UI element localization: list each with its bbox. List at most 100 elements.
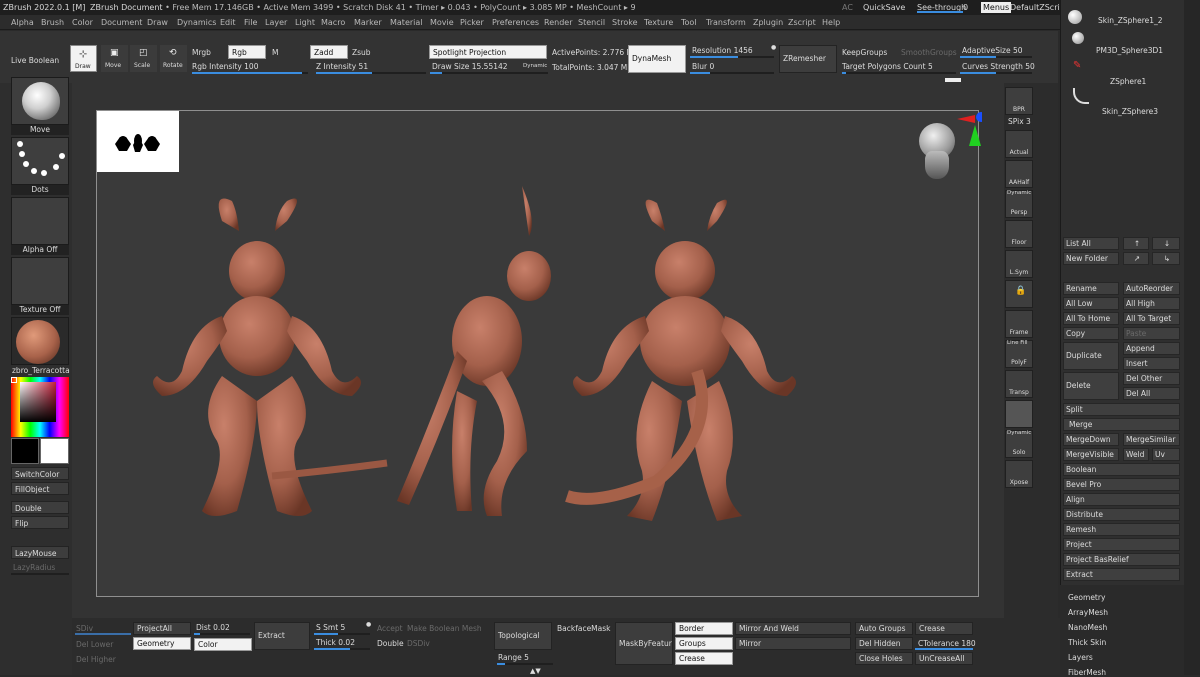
topological-button[interactable]: Topological	[494, 622, 552, 650]
subtool-item-3[interactable]: ZSphere1	[1110, 76, 1146, 87]
del-higher-button[interactable]: Del Higher	[76, 654, 116, 665]
menu-brush[interactable]: Brush	[41, 15, 64, 30]
bpr-button[interactable]: BPR	[1005, 87, 1033, 115]
stroke-thumbnail[interactable]	[11, 137, 69, 185]
menu-color[interactable]: Color	[72, 15, 93, 30]
resolution-track[interactable]	[690, 56, 774, 58]
thick-slider[interactable]: Thick 0.02	[316, 637, 355, 648]
lock-button[interactable]: 🔒	[1005, 280, 1033, 308]
range-arrows-icon[interactable]: ▲▼	[530, 667, 541, 675]
adaptive-size-slider[interactable]: AdaptiveSize 50	[962, 45, 1023, 56]
insert-button[interactable]: Insert	[1123, 357, 1180, 370]
extract-section[interactable]: Extract	[1063, 568, 1180, 581]
mirror-and-weld-button[interactable]: Mirror And Weld	[735, 622, 851, 635]
geometry-section[interactable]: Geometry	[1068, 593, 1105, 602]
new-folder-button[interactable]: New Folder	[1063, 252, 1119, 265]
rgb-intensity-slider[interactable]: Rgb Intensity 100	[192, 61, 258, 72]
brush-thumbnail[interactable]	[11, 77, 69, 125]
smoothgroups-button[interactable]: SmoothGroups	[901, 47, 957, 58]
layers-section[interactable]: Layers	[1068, 653, 1093, 662]
distribute-section[interactable]: Distribute	[1063, 508, 1180, 521]
xpose-button[interactable]: Xpose	[1005, 460, 1033, 488]
groups-toggle[interactable]: Groups	[675, 637, 733, 650]
spotlight-projection-button[interactable]: Spotlight Projection	[429, 45, 547, 59]
uncrease-all-button[interactable]: UnCreaseAll	[915, 652, 973, 665]
backface-mask-button[interactable]: BackfaceMask	[557, 623, 611, 634]
menu-dynamics[interactable]: Dynamics	[177, 15, 216, 30]
del-lower-button[interactable]: Del Lower	[76, 639, 113, 650]
del-all-button[interactable]: Del All	[1123, 387, 1180, 400]
tray-handle[interactable]	[945, 78, 961, 82]
frame-button[interactable]: Frame	[1005, 310, 1033, 338]
menu-macro[interactable]: Macro	[321, 15, 345, 30]
keepgroups-button[interactable]: KeepGroups	[842, 47, 887, 58]
actual-button[interactable]: Actual	[1005, 130, 1033, 158]
lazy-radius-track[interactable]	[11, 573, 69, 575]
all-to-target-button[interactable]: All To Target	[1123, 312, 1180, 325]
lazy-radius-slider[interactable]: LazyRadius	[13, 562, 55, 573]
subtool-thumb-1[interactable]	[1068, 10, 1082, 24]
geometry-toggle[interactable]: Geometry	[133, 637, 191, 650]
merge-visible-button[interactable]: MergeVisible	[1063, 448, 1119, 461]
autoreorder-button[interactable]: AutoReorder	[1123, 282, 1180, 295]
switch-color-button[interactable]: SwitchColor	[11, 467, 69, 480]
primary-color-swatch[interactable]	[11, 438, 39, 464]
menu-file[interactable]: File	[244, 15, 257, 30]
delete-button[interactable]: Delete	[1063, 372, 1119, 400]
subtool-item-1[interactable]: Skin_ZSphere1_2	[1098, 15, 1163, 26]
close-holes-button[interactable]: Close Holes	[855, 652, 913, 665]
zsub-button[interactable]: Zsub	[352, 47, 371, 58]
project-basrelief-section[interactable]: Project BasRelief	[1063, 553, 1180, 566]
duplicate-button[interactable]: Duplicate	[1063, 342, 1119, 370]
s-smt-slider[interactable]: S Smt 5	[316, 622, 345, 633]
fill-object-button[interactable]: FillObject	[11, 482, 69, 495]
s-smt-track[interactable]	[314, 633, 370, 635]
right-scrollbar[interactable]	[1184, 0, 1200, 675]
fibermesh-section[interactable]: FiberMesh	[1068, 668, 1106, 677]
zremesher-button[interactable]: ZRemesher	[779, 45, 837, 73]
double-button[interactable]: Double	[11, 501, 69, 514]
subtool-thumb-3[interactable]: ✎	[1073, 60, 1087, 74]
menu-render[interactable]: Render	[544, 15, 572, 30]
zadd-button[interactable]: Zadd	[310, 45, 348, 59]
ctolerance-track[interactable]	[915, 648, 973, 650]
rgb-intensity-track[interactable]	[192, 72, 308, 74]
menu-edit[interactable]: Edit	[220, 15, 236, 30]
menu-marker[interactable]: Marker	[354, 15, 382, 30]
draw-size-track[interactable]	[430, 72, 548, 74]
sdiv-track[interactable]	[75, 633, 131, 635]
move-out-button[interactable]: ↳	[1152, 252, 1180, 265]
menu-draw[interactable]: Draw	[147, 15, 168, 30]
all-high-button[interactable]: All High	[1123, 297, 1180, 310]
menu-material[interactable]: Material	[390, 15, 423, 30]
range-track[interactable]	[497, 663, 553, 665]
subtool-item-2[interactable]: PM3D_Sphere3D1	[1096, 45, 1163, 56]
draw-size-slider[interactable]: Draw Size 15.55142	[432, 61, 508, 72]
move-mode-button[interactable]: ▣ Move	[101, 45, 128, 72]
dist-slider[interactable]: Dist 0.02	[196, 622, 230, 633]
weld-toggle[interactable]: Weld	[1123, 448, 1149, 461]
menu-alpha[interactable]: Alpha	[11, 15, 34, 30]
merge-down-button[interactable]: MergeDown	[1063, 433, 1119, 446]
ghost-button[interactable]	[1005, 400, 1033, 428]
make-boolean-mesh-button[interactable]: Make Boolean Mesh	[407, 623, 482, 634]
color-saturation-square[interactable]	[20, 382, 56, 422]
crease-button[interactable]: Crease	[915, 622, 973, 635]
border-toggle[interactable]: Border	[675, 622, 733, 635]
menu-stencil[interactable]: Stencil	[578, 15, 605, 30]
menu-zplugin[interactable]: Zplugin	[753, 15, 783, 30]
menu-picker[interactable]: Picker	[460, 15, 484, 30]
uv-toggle[interactable]: Uv	[1152, 448, 1180, 461]
menu-movie[interactable]: Movie	[430, 15, 454, 30]
range-slider[interactable]: Range 5	[498, 652, 529, 663]
remesh-section[interactable]: Remesh	[1063, 523, 1180, 536]
auto-groups-button[interactable]: Auto Groups	[855, 622, 913, 635]
menu-document[interactable]: Document	[101, 15, 142, 30]
merge-similar-button[interactable]: MergeSimilar	[1123, 433, 1180, 446]
color-toggle[interactable]: Color	[194, 638, 252, 651]
target-polygons-track[interactable]	[842, 72, 956, 74]
align-section[interactable]: Align	[1063, 493, 1180, 506]
dsdiv-slider[interactable]: DSDiv	[407, 638, 430, 649]
m-button[interactable]: M	[272, 47, 278, 58]
mask-by-feature-button[interactable]: MaskByFeature	[615, 622, 673, 665]
